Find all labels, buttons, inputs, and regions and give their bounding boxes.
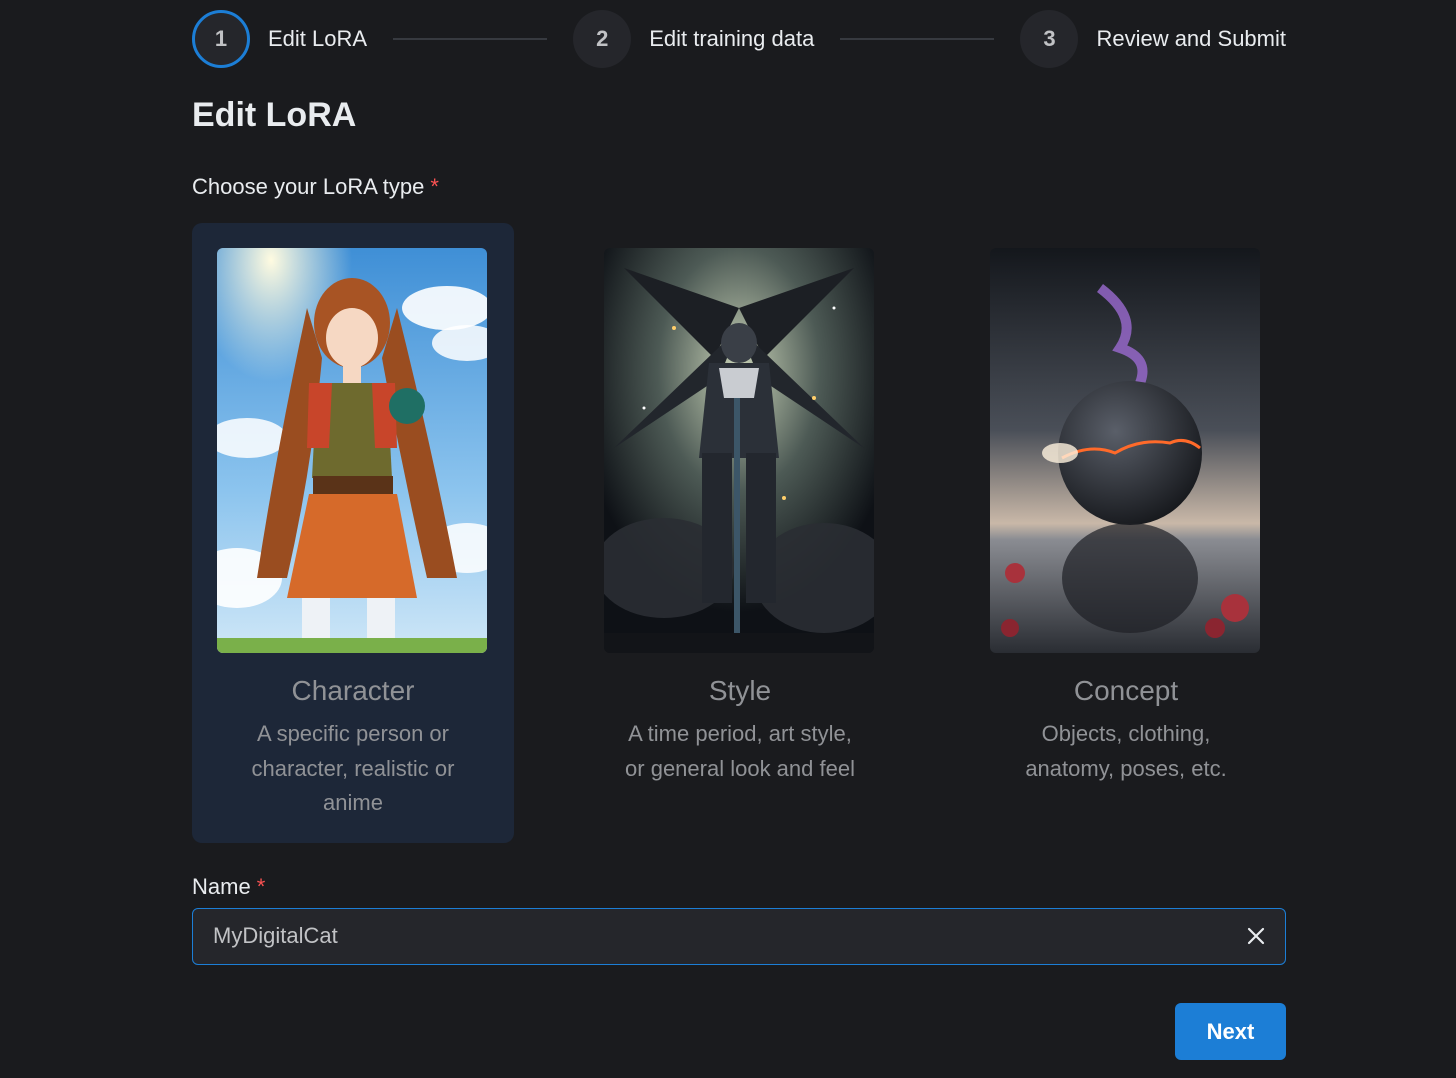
required-mark: * xyxy=(430,174,439,199)
lora-type-card-character[interactable]: Character A specific person or character… xyxy=(192,223,514,843)
step-review-submit[interactable]: 3 Review and Submit xyxy=(1020,10,1286,68)
card-title: Style xyxy=(708,675,772,706)
step-edit-lora[interactable]: 1 Edit LoRA xyxy=(192,10,367,68)
step-separator xyxy=(840,38,995,40)
step-label: Edit LoRA xyxy=(268,26,368,51)
close-icon xyxy=(1247,927,1265,945)
character-image xyxy=(217,248,487,653)
style-image xyxy=(604,248,874,653)
step-separator xyxy=(393,38,548,40)
card-description: A specific person or character, realisti… xyxy=(251,721,455,815)
name-label-text: Name xyxy=(192,874,251,899)
lora-type-card-style[interactable]: Style A time period, art style, or gener… xyxy=(579,223,901,843)
name-label: Name * xyxy=(192,874,265,900)
lora-type-label-text: Choose your LoRA type xyxy=(192,174,425,199)
next-button[interactable]: Next xyxy=(1175,1003,1286,1060)
step-number: 2 xyxy=(573,10,632,68)
name-input-wrapper xyxy=(192,908,1286,965)
card-title: Character xyxy=(291,675,415,706)
lora-type-card-concept[interactable]: Concept Objects, clothing, anatomy, pose… xyxy=(965,223,1287,843)
page-title: Edit LoRA xyxy=(192,96,357,134)
step-number: 3 xyxy=(1020,10,1079,68)
card-description: Objects, clothing, anatomy, poses, etc. xyxy=(1025,721,1227,781)
required-mark: * xyxy=(256,874,266,899)
step-number: 1 xyxy=(192,10,250,68)
stepper: 1 Edit LoRA 2 Edit training data 3 Revie… xyxy=(192,10,1286,68)
step-edit-training-data[interactable]: 2 Edit training data xyxy=(573,10,814,68)
card-title: Concept xyxy=(1073,675,1179,706)
concept-image xyxy=(990,248,1260,653)
name-input[interactable] xyxy=(213,909,1213,963)
lora-type-label: Choose your LoRA type * xyxy=(192,174,439,200)
card-description: A time period, art style, or general loo… xyxy=(625,721,855,781)
step-label: Edit training data xyxy=(649,26,815,51)
clear-button[interactable] xyxy=(1243,923,1269,949)
step-label: Review and Submit xyxy=(1096,26,1286,51)
